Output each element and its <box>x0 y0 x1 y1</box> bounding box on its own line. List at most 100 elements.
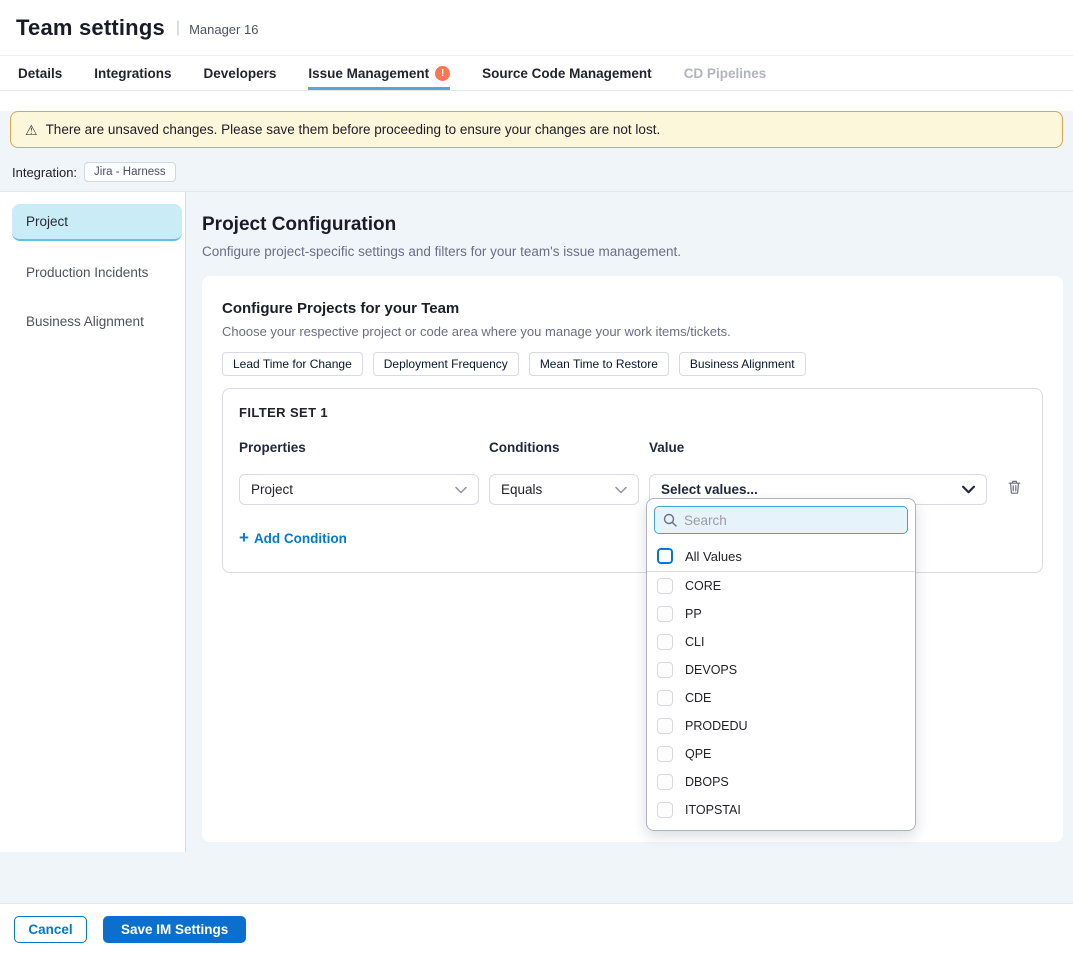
filter-set-title: FILTER SET 1 <box>239 405 1026 420</box>
tab-label: Integrations <box>94 66 171 81</box>
footer-action-bar: Cancel Save IM Settings <box>0 903 1073 955</box>
filter-grid: Properties Conditions Value Project Equa… <box>239 440 1026 505</box>
checkbox[interactable] <box>657 662 673 678</box>
checkbox[interactable] <box>657 774 673 790</box>
sidebar-item-business-alignment[interactable]: Business Alignment <box>12 304 182 339</box>
tab-label: Source Code Management <box>482 66 652 81</box>
tab-developers[interactable]: Developers <box>204 56 277 90</box>
dropdown-search-box[interactable] <box>654 506 908 534</box>
tab-bar: Details Integrations Developers Issue Ma… <box>0 55 1073 91</box>
add-condition-label: Add Condition <box>254 531 347 546</box>
delete-filter-button[interactable] <box>997 479 1031 500</box>
settings-sidebar: Project Production Incidents Business Al… <box>0 192 186 852</box>
card-title: Configure Projects for your Team <box>222 300 1043 317</box>
condition-select-value: Equals <box>501 482 542 497</box>
title-separator: | <box>176 19 180 37</box>
integration-row: Integration: Jira - Harness <box>0 162 1073 192</box>
sidebar-item-label: Project <box>26 214 68 229</box>
option-label: QPE <box>685 747 711 761</box>
tab-source-code-management[interactable]: Source Code Management <box>482 56 652 90</box>
integration-label: Integration: <box>12 165 77 180</box>
option-devops[interactable]: DEVOPS <box>647 656 915 684</box>
unsaved-changes-banner: ⚠ There are unsaved changes. Please save… <box>10 111 1063 148</box>
chevron-down-icon <box>615 486 627 494</box>
condition-select[interactable]: Equals <box>489 474 639 505</box>
option-label: CLI <box>685 635 704 649</box>
chevron-down-icon <box>455 486 467 494</box>
dropdown-search-wrap <box>647 499 915 541</box>
option-cli[interactable]: CLI <box>647 628 915 656</box>
option-pipe[interactable]: PIPE <box>647 824 915 831</box>
tab-label: CD Pipelines <box>684 66 767 81</box>
option-prodedu[interactable]: PRODEDU <box>647 712 915 740</box>
tab-issue-management[interactable]: Issue Management ! <box>308 56 450 90</box>
tab-label: Details <box>18 66 62 81</box>
chip-deployment-frequency: Deployment Frequency <box>373 352 519 376</box>
card-subtitle: Choose your respective project or code a… <box>222 324 1043 339</box>
checkbox[interactable] <box>657 746 673 762</box>
warning-triangle-icon: ⚠ <box>25 123 38 137</box>
option-label: DBOPS <box>685 775 729 789</box>
plus-icon: + <box>239 529 249 548</box>
section-title: Project Configuration <box>202 214 1063 236</box>
checkbox[interactable] <box>657 802 673 818</box>
unsaved-changes-badge: ! <box>435 66 450 81</box>
property-select[interactable]: Project <box>239 474 479 505</box>
option-label: CDE <box>685 691 711 705</box>
option-qpe[interactable]: QPE <box>647 740 915 768</box>
option-dbops[interactable]: DBOPS <box>647 768 915 796</box>
checkbox-all-values[interactable] <box>657 548 673 564</box>
property-select-value: Project <box>251 482 293 497</box>
checkbox[interactable] <box>657 634 673 650</box>
chip-lead-time-for-change: Lead Time for Change <box>222 352 363 376</box>
tab-integrations[interactable]: Integrations <box>94 56 171 90</box>
chevron-down-icon <box>962 485 975 494</box>
integration-chip[interactable]: Jira - Harness <box>84 162 176 182</box>
option-pp[interactable]: PP <box>647 600 915 628</box>
trash-icon <box>1007 479 1022 500</box>
option-label: PP <box>685 607 702 621</box>
option-label: PRODEDU <box>685 719 748 733</box>
filter-set-panel: FILTER SET 1 Properties Conditions Value… <box>222 388 1043 573</box>
page-subtitle: Manager 16 <box>189 19 258 37</box>
chip-business-alignment: Business Alignment <box>679 352 806 376</box>
main-panel: Project Configuration Configure project-… <box>186 192 1073 852</box>
option-core[interactable]: CORE <box>647 572 915 600</box>
content-area: ⚠ There are unsaved changes. Please save… <box>0 111 1073 903</box>
page-header: Team settings | Manager 16 <box>0 0 1073 55</box>
settings-body: Project Production Incidents Business Al… <box>0 192 1073 852</box>
column-label-conditions: Conditions <box>489 440 639 455</box>
checkbox[interactable] <box>657 830 673 831</box>
configure-projects-card: Configure Projects for your Team Choose … <box>202 276 1063 842</box>
checkbox[interactable] <box>657 718 673 734</box>
bottom-spacer <box>0 852 1073 903</box>
add-condition-button[interactable]: + Add Condition <box>239 529 347 548</box>
checkbox[interactable] <box>657 690 673 706</box>
checkbox[interactable] <box>657 578 673 594</box>
section-subtitle: Configure project-specific settings and … <box>202 244 1063 259</box>
banner-text: There are unsaved changes. Please save t… <box>46 122 661 137</box>
sidebar-item-project[interactable]: Project <box>12 204 182 241</box>
option-all-values[interactable]: All Values <box>647 541 915 572</box>
value-select-dropdown: All Values CORE PP CLI DEVOPS CDE PRODED… <box>646 498 916 831</box>
option-cde[interactable]: CDE <box>647 684 915 712</box>
sidebar-item-label: Business Alignment <box>26 314 144 329</box>
tab-cd-pipelines: CD Pipelines <box>684 56 767 90</box>
option-label: All Values <box>685 549 742 564</box>
tab-details[interactable]: Details <box>18 56 62 90</box>
option-itopstai[interactable]: ITOPSTAI <box>647 796 915 824</box>
save-im-settings-button[interactable]: Save IM Settings <box>103 916 246 943</box>
chip-mean-time-to-restore: Mean Time to Restore <box>529 352 669 376</box>
sidebar-item-production-incidents[interactable]: Production Incidents <box>12 255 182 290</box>
option-label: ITOPSTAI <box>685 803 741 817</box>
search-icon <box>663 513 677 527</box>
cancel-button[interactable]: Cancel <box>14 916 87 943</box>
page-title: Team settings <box>16 15 165 41</box>
search-input[interactable] <box>684 513 899 528</box>
column-label-value: Value <box>649 440 987 455</box>
option-label: CORE <box>685 579 721 593</box>
tab-label: Issue Management <box>308 66 429 81</box>
checkbox[interactable] <box>657 606 673 622</box>
metric-chip-row: Lead Time for Change Deployment Frequenc… <box>222 352 1043 376</box>
sidebar-item-label: Production Incidents <box>26 265 148 280</box>
